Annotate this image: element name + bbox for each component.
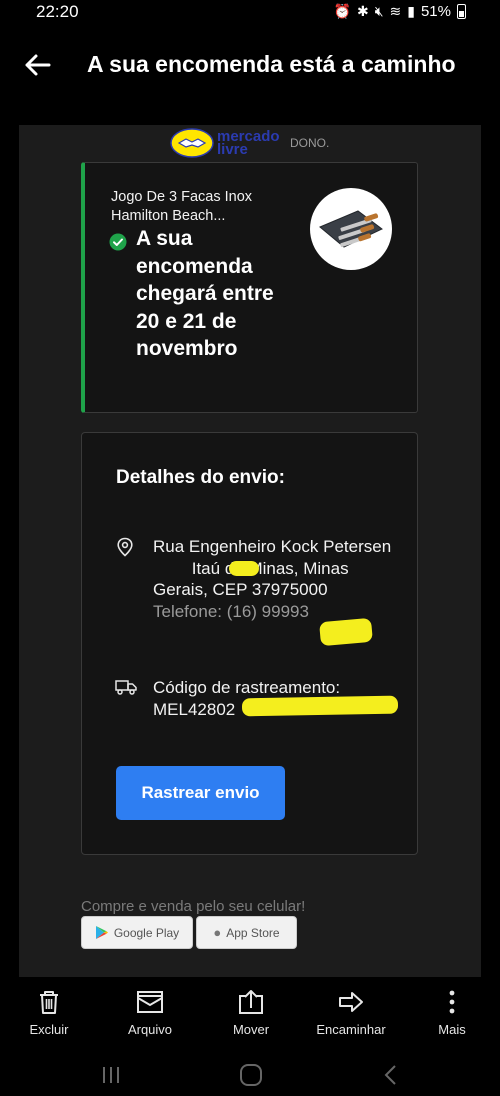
email-action-bar: Excluir Arquivo Mover Encaminhar Mais — [0, 978, 500, 1042]
move-label: Mover — [232, 1022, 270, 1037]
signal-icon: ▮ — [407, 3, 415, 19]
product-image[interactable] — [310, 188, 392, 270]
email-content: mercado livre DONO. Jogo De 3 Facas Inox… — [19, 125, 481, 977]
more-vertical-icon — [449, 990, 455, 1014]
alarm-icon: ⏰ — [333, 3, 351, 19]
shipping-details-card: Detalhes do envio: Rua Engenheiro Kock P… — [81, 432, 418, 855]
check-circle-icon — [109, 233, 127, 251]
apple-icon: ● — [213, 925, 222, 940]
google-play-label: Google Play — [113, 925, 180, 940]
archive-button[interactable]: Arquivo — [105, 988, 195, 1037]
app-store-button[interactable]: ● App Store — [196, 916, 297, 949]
google-play-icon — [95, 926, 108, 939]
promo-text: Compre e venda pelo seu celular! — [81, 898, 306, 915]
archive-label: Arquivo — [127, 1022, 173, 1037]
mercado-livre-logo: mercado livre — [170, 128, 280, 158]
track-shipment-button[interactable]: Rastrear envio — [116, 766, 285, 820]
shipping-address: Rua Engenheiro Kock Petersen Itaú de Min… — [153, 536, 403, 622]
location-pin-icon — [117, 537, 133, 557]
google-play-button[interactable]: Google Play — [81, 916, 193, 949]
redaction-mark — [319, 617, 373, 647]
forward-label: Encaminhar — [316, 1022, 386, 1037]
bluetooth-icon: ✱ — [356, 3, 369, 19]
recent-apps-button[interactable] — [96, 1062, 126, 1088]
battery-percent: 51% — [420, 3, 451, 20]
status-time: 22:20 — [36, 2, 79, 21]
back-button[interactable] — [20, 48, 54, 82]
system-nav-bar — [0, 1052, 500, 1096]
move-icon — [239, 990, 263, 1014]
logo-tag: DONO. — [290, 136, 330, 150]
archive-icon — [137, 991, 163, 1013]
recent-apps-icon — [103, 1067, 119, 1083]
home-icon — [240, 1064, 262, 1086]
status-icons: ⏰ ✱ 🔇︎ ≋ ▮ 51% — [334, 3, 466, 20]
move-button[interactable]: Mover — [206, 988, 296, 1037]
nav-back-button[interactable] — [376, 1062, 406, 1088]
redaction-mark — [229, 561, 259, 576]
mute-icon: 🔇︎ — [374, 3, 384, 19]
truck-icon — [115, 680, 137, 695]
forward-arrow-icon — [339, 992, 363, 1012]
nav-back-icon — [384, 1065, 396, 1085]
redaction-mark — [241, 695, 399, 717]
more-label: Mais — [438, 1022, 466, 1037]
address-street: Rua Engenheiro Kock Petersen — [153, 537, 392, 556]
order-card: Jogo De 3 Facas Inox Hamilton Beach... A… — [81, 162, 418, 413]
more-button[interactable]: Mais — [407, 988, 497, 1037]
forward-button[interactable]: Encaminhar — [306, 988, 396, 1037]
knife-set-image — [319, 210, 383, 248]
handshake-icon — [170, 128, 214, 158]
wifi-icon: ≋ — [389, 3, 402, 19]
page-title: A sua encomenda está a caminho — [87, 51, 456, 77]
delivery-estimate: A sua encomenda chegará entre 20 e 21 de… — [136, 227, 274, 360]
details-title: Detalhes do envio: — [116, 467, 285, 488]
home-button[interactable] — [236, 1062, 266, 1088]
battery-icon — [457, 4, 466, 19]
app-bar: A sua encomenda está a caminho — [0, 30, 500, 100]
delete-button[interactable]: Excluir — [4, 988, 94, 1037]
delete-label: Excluir — [29, 1022, 69, 1037]
product-name: Jogo De 3 Facas Inox Hamilton Beach... — [111, 189, 253, 224]
app-store-label: App Store — [226, 925, 280, 940]
status-bar: 22:20 ⏰ ✱ 🔇︎ ≋ ▮ 51% — [0, 0, 500, 24]
back-arrow-icon — [25, 54, 51, 76]
trash-icon — [40, 991, 58, 1014]
